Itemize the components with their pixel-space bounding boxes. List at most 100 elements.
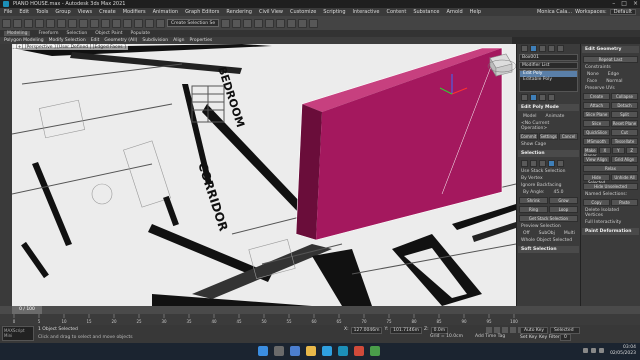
constraint-face-radio[interactable]: Face <box>583 78 601 85</box>
stack-item-editable-poly[interactable]: Editable Poly <box>520 77 577 83</box>
full-interactivity-checkbox[interactable]: Full Interactivity <box>581 219 640 226</box>
time-slider[interactable]: 0 / 100 <box>12 306 42 314</box>
menu-civil-view[interactable]: Civil View <box>259 9 283 15</box>
repeat-last-button[interactable]: Repeat Last <box>583 56 638 63</box>
ribbon-group-edit[interactable]: Edit <box>91 38 100 43</box>
edge-icon[interactable] <box>530 160 537 167</box>
pin-stack-icon[interactable] <box>521 94 528 101</box>
menu-edit[interactable]: Edit <box>19 9 29 15</box>
hide-selected-button[interactable]: Hide Selected <box>583 174 610 185</box>
grid-align-button[interactable]: Grid Align <box>611 156 638 163</box>
motion-tab-icon[interactable] <box>548 45 555 52</box>
menu-customize[interactable]: Customize <box>290 9 316 15</box>
view-align-button[interactable]: View Align <box>583 156 610 163</box>
y-button[interactable]: Y <box>612 147 625 154</box>
cancel-button[interactable]: Cancel <box>559 133 578 140</box>
toolbar-tool-icon[interactable] <box>298 18 308 28</box>
maxscript-listener[interactable]: MAXScript Mini <box>2 326 34 341</box>
ribbon-group-polygon-modeling[interactable]: Polygon Modeling <box>4 38 44 43</box>
preview-subobj-radio[interactable]: SubObj <box>535 230 559 237</box>
element-icon[interactable] <box>557 160 564 167</box>
get-stack-selection-button[interactable]: Get Stack Selection <box>519 215 578 222</box>
preview-off-radio[interactable]: Off <box>519 230 534 237</box>
constraint-normal-radio[interactable]: Normal <box>602 78 626 85</box>
ribbon-tab-object-paint[interactable]: Object Paint <box>95 31 122 36</box>
object-name-field[interactable]: Box001 <box>519 54 578 61</box>
show-cage-checkbox[interactable]: Show Cage <box>517 141 580 148</box>
hide-unselected-button[interactable]: Hide Unselected <box>583 183 638 190</box>
toolbar-tool-icon[interactable] <box>309 18 319 28</box>
auto-key-button[interactable]: Auto Key <box>520 327 549 334</box>
show-end-result-icon[interactable] <box>530 94 537 101</box>
3dsmax-taskbar-icon[interactable] <box>338 346 348 356</box>
toolbar-tool-icon[interactable] <box>265 18 275 28</box>
attach-button[interactable]: Attach <box>583 102 610 109</box>
x-coordinate-field[interactable]: 127.0046m <box>350 327 383 334</box>
modifier-list-dropdown[interactable]: Modifier List <box>519 62 578 69</box>
animate-radio[interactable]: Animate <box>542 113 569 120</box>
create-button[interactable]: Create <box>583 93 610 100</box>
next-frame-icon[interactable] <box>510 327 516 333</box>
menu-animation[interactable]: Animation <box>153 9 179 15</box>
previous-frame-icon[interactable] <box>494 327 500 333</box>
perspective-viewport[interactable]: [+] [Perspective ] [User Defined ] [Edge… <box>12 44 516 306</box>
menu-tools[interactable]: Tools <box>36 9 48 15</box>
paste-button[interactable]: Paste <box>611 199 638 206</box>
paint-deformation-rollout[interactable]: Paint Deformation <box>582 228 639 235</box>
toolbar-tool-icon[interactable] <box>90 18 99 28</box>
toolbar-tool-icon[interactable] <box>13 18 22 28</box>
msmooth-button[interactable]: MSmooth <box>583 138 610 145</box>
relax-button[interactable]: Relax <box>583 165 638 172</box>
ribbon-tab-modeling[interactable]: Modeling <box>4 31 31 36</box>
soft-selection-rollout[interactable]: Soft Selection <box>518 246 579 253</box>
x-button[interactable]: X <box>598 147 612 154</box>
set-key-button[interactable]: Set Key <box>520 335 537 340</box>
play-icon[interactable] <box>502 327 508 333</box>
ribbon-tab-populate[interactable]: Populate <box>131 31 151 36</box>
quickslice-button[interactable]: QuickSlice <box>583 129 610 136</box>
toolbar-tool-icon[interactable] <box>112 18 121 28</box>
cut-button[interactable]: Cut <box>611 129 638 136</box>
remove-modifier-icon[interactable] <box>548 94 555 101</box>
toolbar-tool-icon[interactable] <box>254 18 264 28</box>
toolbar-tool-icon[interactable] <box>276 18 286 28</box>
menu-modifiers[interactable]: Modifiers <box>123 9 146 15</box>
make-unique-icon[interactable] <box>539 94 546 101</box>
slice-plane-button[interactable]: Slice Plane <box>583 111 610 118</box>
toolbar-tool-icon[interactable] <box>243 18 253 28</box>
constraint-edge-radio[interactable]: Edge <box>604 71 623 78</box>
current-frame-field[interactable]: 0 <box>560 334 571 341</box>
toolbar-tool-icon[interactable] <box>101 18 110 28</box>
copy-button[interactable]: Copy <box>583 199 610 206</box>
preserve-uvs-checkbox[interactable]: Preserve UVs <box>581 85 640 92</box>
ignore-backfacing-checkbox[interactable]: Ignore Backfacing <box>517 182 580 189</box>
menu-file[interactable]: File <box>4 9 12 15</box>
display-tab-icon[interactable] <box>557 45 564 52</box>
y-coordinate-field[interactable]: 101.7146m <box>390 327 422 334</box>
ribbon-group-geometry-all-[interactable]: Geometry (All) <box>104 38 137 43</box>
loop-button[interactable]: Loop <box>549 206 578 213</box>
file-explorer-icon[interactable] <box>306 346 316 356</box>
make-planar-button[interactable]: Make Planar <box>583 147 598 158</box>
user-account[interactable]: Monica Cala... <box>537 9 572 15</box>
toolbar-tool-icon[interactable] <box>2 18 11 28</box>
unhide-all-button[interactable]: Unhide All <box>611 174 638 181</box>
maximize-icon[interactable]: □ <box>621 0 627 7</box>
detach-button[interactable]: Detach <box>611 102 638 109</box>
by-angle-checkbox[interactable]: By Angle: <box>519 189 549 196</box>
delete-isolated-checkbox[interactable]: Delete Isolated Vertices <box>581 207 640 219</box>
key-selection-dropdown[interactable]: Selected <box>550 327 581 334</box>
ribbon-tab-freeform[interactable]: Freeform <box>38 31 58 36</box>
add-time-tag[interactable]: Add Time Tag <box>475 334 505 339</box>
app-icon-2[interactable] <box>370 346 380 356</box>
task-view-icon[interactable] <box>290 346 300 356</box>
track-bar[interactable]: 0 5 10 15 20 25 30 35 40 45 50 55 60 65 70 75 80 85 90 95 10… <box>0 314 640 325</box>
preview-multi-radio[interactable]: Multi <box>560 230 579 237</box>
menu-scripting[interactable]: Scripting <box>323 9 345 15</box>
search-icon[interactable] <box>274 346 284 356</box>
menu-help[interactable]: Help <box>470 9 481 15</box>
menu-views[interactable]: Views <box>78 9 92 15</box>
modify-tab-icon[interactable] <box>530 45 537 52</box>
toolbar-tool-icon[interactable] <box>46 18 55 28</box>
time-slider-bar[interactable]: 0 / 100 <box>0 306 640 314</box>
